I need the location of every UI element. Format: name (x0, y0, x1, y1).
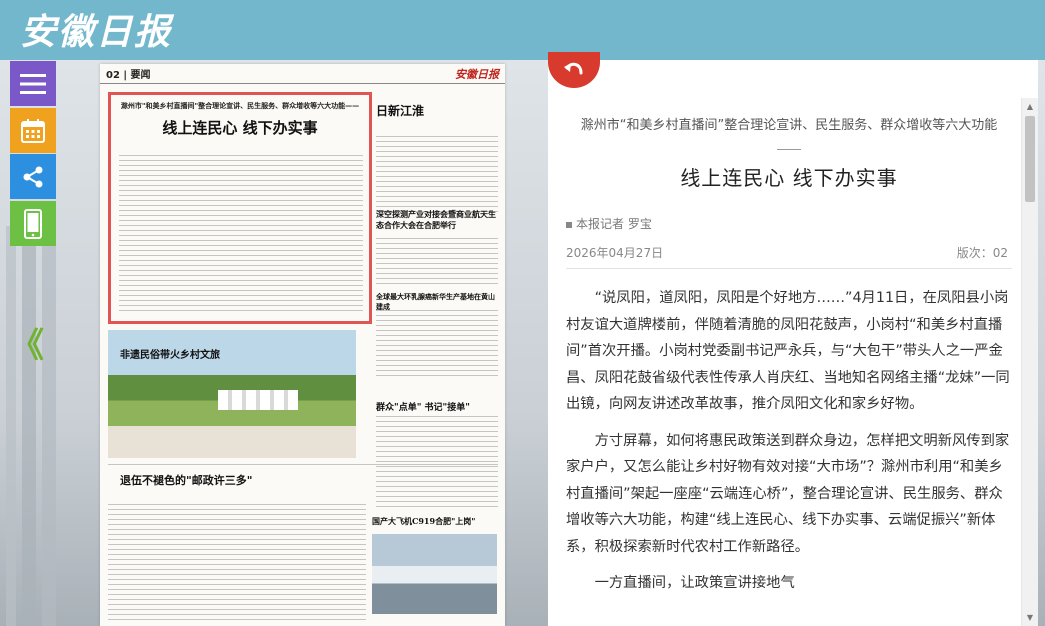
article-reader-panel: 滁州市“和美乡村直播间”整合理论宣讲、民生服务、群众增收等六大功能 线上连民心 … (548, 60, 1038, 626)
scroll-up-arrow-icon[interactable]: ▲ (1022, 98, 1038, 115)
bullet-square-icon (566, 221, 572, 228)
reader-scrollbar[interactable]: ▲ ▼ (1021, 98, 1038, 626)
mobile-icon (24, 208, 42, 239)
brand-logo: 安徽日报 (20, 11, 173, 53)
mobile-button[interactable] (10, 201, 56, 246)
return-arrow-icon (564, 62, 583, 75)
calendar-button[interactable] (10, 108, 56, 153)
page-label: 02 | 要闻 (106, 70, 151, 81)
article-headline: 线上连民心 线下办实事 (162, 119, 318, 137)
newspaper-page[interactable]: 02 | 要闻 安徽日报 滁州市"和美乡村直播间"整合理论宣讲、民生服务、群众增… (100, 64, 505, 626)
background-skyline (0, 226, 60, 626)
calendar-icon (21, 118, 45, 143)
article-kicker: 滁州市"和美乡村直播间"整合理论宣讲、民生服务、群众增收等六大功能—— (120, 102, 360, 110)
article-date: 2026年04月27日 (566, 246, 664, 260)
article-paragraph: “说凤阳，道凤阳，凤阳是个好地方……”4月11日，在凤阳县小岗村友谊大道牌楼前，… (566, 290, 1010, 412)
paper-headline-5[interactable]: 退伍不褪色的"邮政许三多" (120, 472, 252, 488)
menu-icon (20, 73, 46, 94)
text-column (376, 310, 498, 380)
article-paragraph: 方寸屏幕，如何将惠民政策送到群众身边，怎样把文明新风传到家家户户，又怎么能让乡村… (566, 432, 1010, 555)
title-divider (777, 149, 801, 150)
scroll-thumb[interactable] (1025, 116, 1035, 202)
article-title: 线上连民心 线下办实事 (680, 166, 898, 190)
paper-headline-1[interactable]: 日新江淮 (376, 102, 424, 119)
article-content: 滁州市“和美乡村直播间”整合理论宣讲、民生服务、群众增收等六大功能 线上连民心 … (566, 96, 1012, 626)
article-author: 本报记者 罗宝 (566, 215, 1012, 232)
article-subtitle: 滁州市“和美乡村直播间”整合理论宣讲、民生服务、群众增收等六大功能 (580, 118, 998, 133)
selected-article-box[interactable]: 滁州市"和美乡村直播间"整合理论宣讲、民生服务、群众增收等六大功能—— 线上连民… (108, 92, 372, 324)
paper-headline-7[interactable]: 国产大飞机C919合肥"上岗" (372, 516, 475, 527)
paper-headline-6[interactable]: 群众"点单" 书记"接单" (376, 400, 470, 413)
previous-page-chevron[interactable]: 《 (10, 326, 44, 366)
news-photo-aircraft[interactable] (372, 534, 497, 614)
text-column (376, 416, 498, 508)
text-column (376, 238, 498, 288)
paper-headline-2[interactable]: 深空探测产业对接会暨商业航天生态合作大会在合肥举行 (376, 209, 500, 231)
menu-button[interactable] (10, 61, 56, 106)
share-icon (23, 166, 43, 187)
paper-header: 02 | 要闻 安徽日报 (100, 64, 505, 84)
share-button[interactable] (10, 154, 56, 199)
paper-headline-4[interactable]: 非遗民俗带火乡村文旅 (120, 346, 220, 361)
article-text-block (119, 155, 363, 315)
text-column (108, 504, 366, 624)
article-meta: 2026年04月27日 版次：02 (566, 244, 1012, 269)
scroll-down-arrow-icon[interactable]: ▼ (1022, 609, 1038, 626)
article-paragraph: 一方直播间，让政策宣讲接地气 (594, 575, 795, 591)
paper-logo: 安徽日报 (455, 67, 499, 81)
text-column (376, 136, 498, 216)
author-name: 本报记者 罗宝 (576, 217, 652, 231)
paper-headline-3[interactable]: 全球最大环乳腺癌新华生产基地在黄山建成 (376, 292, 500, 312)
article-edition: 版次：02 (956, 246, 1008, 260)
article-body: “说凤阳，道凤阳，凤阳是个好地方……”4月11日，在凤阳县小岗村友谊大道牌楼前，… (566, 285, 1012, 597)
